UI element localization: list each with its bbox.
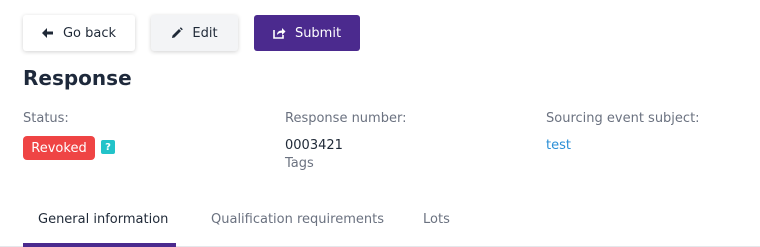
status-badge: Revoked (23, 136, 95, 160)
edit-button[interactable]: Edit (151, 15, 238, 51)
go-back-label: Go back (62, 25, 117, 41)
status-label: Status: (23, 111, 69, 126)
arrow-left-icon (41, 28, 54, 38)
tags-label: Tags (285, 156, 314, 171)
go-back-button[interactable]: Go back (23, 15, 135, 51)
tab-qualification-requirements[interactable]: Qualification requirements (211, 212, 384, 227)
share-icon (273, 27, 286, 39)
sourcing-event-subject-label: Sourcing event subject: (546, 111, 700, 126)
tab-general-information[interactable]: General information (38, 212, 168, 227)
tab-lots[interactable]: Lots (423, 212, 450, 227)
submit-button[interactable]: Submit (254, 15, 360, 51)
help-icon[interactable]: ? (101, 140, 115, 154)
submit-label: Submit (294, 25, 342, 41)
page-title: Response (23, 66, 132, 90)
active-tab-indicator (23, 243, 176, 247)
sourcing-event-subject-link[interactable]: test (546, 138, 571, 153)
pencil-icon (171, 27, 184, 39)
response-number-label: Response number: (285, 111, 407, 126)
edit-label: Edit (192, 25, 218, 41)
response-number-value: 0003421 (285, 138, 343, 153)
